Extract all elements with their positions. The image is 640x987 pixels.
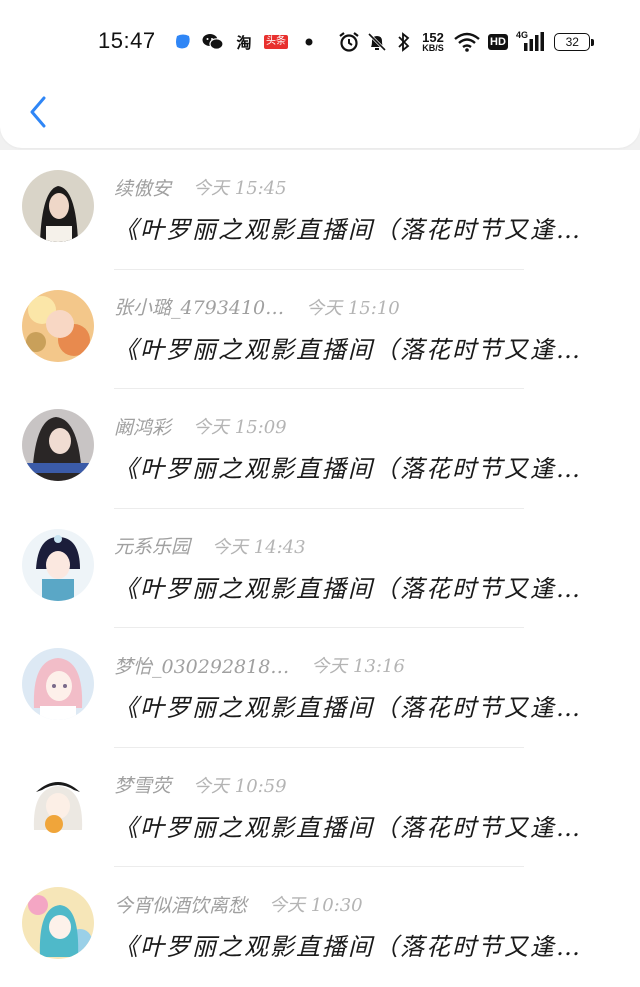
message-item[interactable]: 续傲安 今天 15:45 《叶罗丽之观影直播间（落花时节又逢…	[0, 150, 640, 270]
message-meta: 续傲安 今天 15:45	[114, 174, 287, 200]
hd-label: HD	[488, 34, 508, 50]
message-time: 今天 10:30	[269, 895, 363, 916]
bubble-icon	[174, 30, 192, 54]
sender-name: 梦怡_030292818…	[114, 655, 290, 678]
chevron-left-icon	[30, 96, 46, 128]
message-item[interactable]: 张小璐_4793410… 今天 15:10 《叶罗丽之观影直播间（落花时节又逢…	[0, 270, 640, 389]
status-bar: 15:47 淘 头条 152 KB/S HD 4G 32	[0, 22, 640, 62]
app-root: 15:47 淘 头条 152 KB/S HD 4G 32 续傲安 今天 15:4…	[0, 0, 640, 987]
back-button[interactable]	[18, 88, 58, 136]
message-meta: 阚鸿彩 今天 15:09	[114, 413, 287, 439]
message-preview: 《叶罗丽之观影直播间（落花时节又逢…	[114, 694, 582, 722]
sender-name: 阚鸿彩	[114, 416, 172, 439]
dot-icon	[304, 30, 314, 54]
avatar[interactable]	[22, 289, 94, 362]
message-preview: 《叶罗丽之观影直播间（落花时节又逢…	[114, 335, 582, 364]
battery-body: 32	[554, 33, 591, 51]
sender-name: 张小璐_4793410…	[114, 297, 285, 319]
avatar[interactable]	[22, 170, 94, 242]
sender-name: 梦雪荧	[114, 775, 172, 797]
message-time: 今天 13:16	[311, 656, 405, 677]
taobao-icon: 淘	[236, 34, 252, 52]
message-item[interactable]: 今宵似酒饮离愁 今天 10:30 《叶罗丽之观影直播间（落花时节又逢…	[0, 867, 640, 987]
battery-tip	[591, 38, 594, 46]
battery-level: 32	[565, 35, 579, 49]
avatar[interactable]	[22, 528, 94, 601]
alarm-icon	[338, 30, 360, 54]
toutiao-icon: 头条	[264, 30, 288, 54]
net-speed-unit: KB/S	[422, 43, 444, 53]
message-preview: 《叶罗丽之观影直播间（落花时节又逢…	[114, 455, 582, 483]
message-item[interactable]: 梦怡_030292818… 今天 13:16 《叶罗丽之观影直播间（落花时节又逢…	[0, 628, 640, 748]
message-time: 今天 15:45	[193, 178, 287, 199]
sender-name: 今宵似酒饮离愁	[114, 894, 248, 917]
wechat-icon	[202, 30, 224, 54]
message-item[interactable]: 梦雪荧 今天 10:59 《叶罗丽之观影直播间（落花时节又逢…	[0, 748, 640, 867]
message-item[interactable]: 元系乐园 今天 14:43 《叶罗丽之观影直播间（落花时节又逢…	[0, 509, 640, 628]
avatar[interactable]	[22, 767, 94, 840]
message-time: 今天 15:10	[306, 297, 400, 319]
sender-name: 续傲安	[114, 177, 172, 200]
toutiao-label: 头条	[264, 35, 288, 49]
hd-icon: HD	[488, 30, 508, 54]
signal-label: 4G	[516, 30, 529, 40]
message-time: 今天 10:59	[193, 775, 287, 797]
message-meta: 今宵似酒饮离愁 今天 10:30	[114, 891, 363, 917]
signal-icon: 4G	[516, 30, 546, 54]
message-meta: 元系乐园 今天 14:43	[114, 533, 306, 559]
avatar[interactable]	[22, 648, 94, 720]
wifi-icon	[454, 30, 480, 54]
message-preview: 《叶罗丽之观影直播间（落花时节又逢…	[114, 574, 582, 603]
status-time: 15:47	[98, 28, 156, 53]
bluetooth-icon	[396, 30, 412, 54]
message-meta: 梦怡_030292818… 今天 13:16	[114, 652, 405, 678]
message-list: 续傲安 今天 15:45 《叶罗丽之观影直播间（落花时节又逢… 张小璐_4793…	[0, 150, 640, 987]
net-speed: 152 KB/S	[418, 30, 448, 54]
battery-icon: 32	[554, 30, 594, 54]
mute-icon	[366, 30, 388, 54]
sender-name: 元系乐园	[114, 536, 191, 558]
message-meta: 梦雪荧 今天 10:59	[114, 772, 287, 798]
message-meta: 张小璐_4793410… 今天 15:10	[114, 294, 400, 320]
message-preview: 《叶罗丽之观影直播间（落花时节又逢…	[114, 813, 582, 842]
message-item[interactable]: 阚鸿彩 今天 15:09 《叶罗丽之观影直播间（落花时节又逢…	[0, 389, 640, 509]
avatar[interactable]	[22, 887, 94, 959]
message-time: 今天 15:09	[193, 417, 287, 438]
message-time: 今天 14:43	[212, 536, 306, 558]
message-preview: 《叶罗丽之观影直播间（落花时节又逢…	[114, 933, 582, 961]
message-preview: 《叶罗丽之观影直播间（落花时节又逢…	[114, 216, 582, 244]
avatar[interactable]	[22, 409, 94, 481]
header: 15:47 淘 头条 152 KB/S HD 4G 32	[0, 0, 640, 148]
